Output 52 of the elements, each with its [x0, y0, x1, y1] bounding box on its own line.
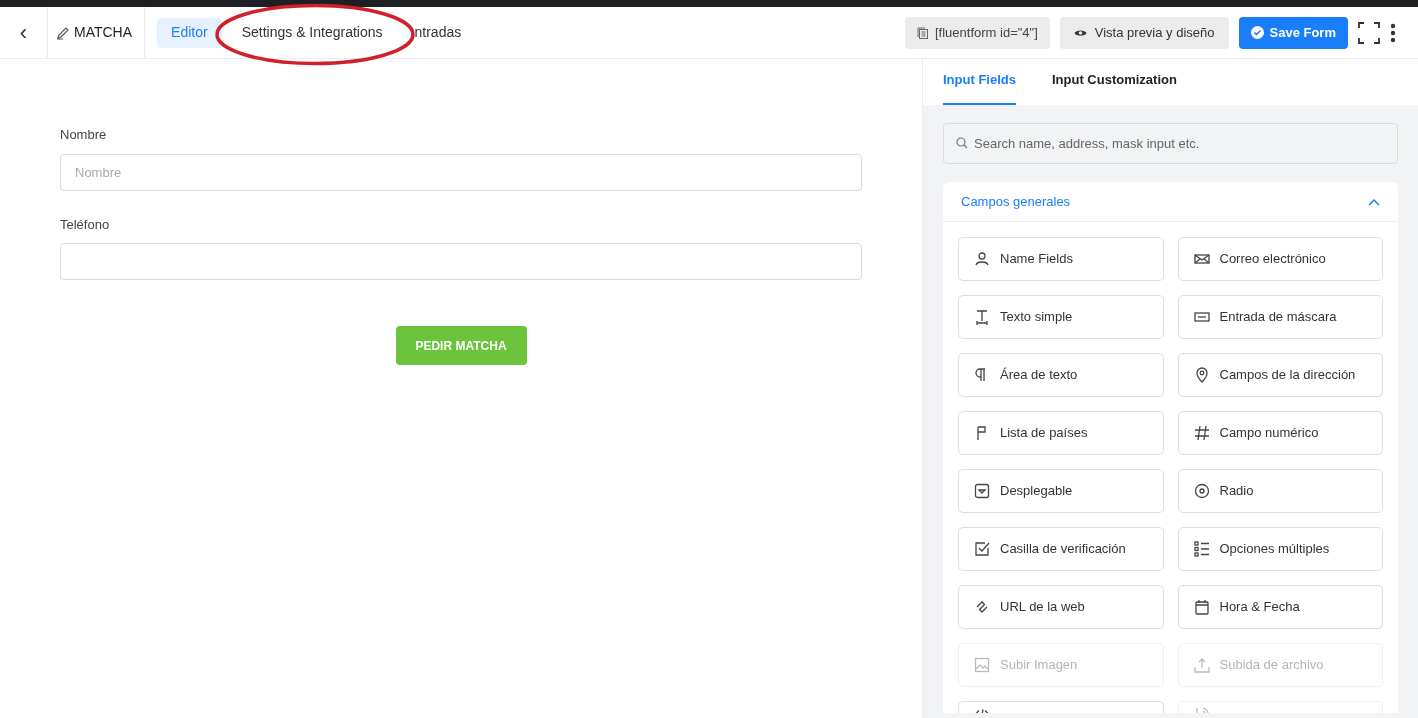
link-icon: [974, 599, 990, 615]
hash-icon: [1193, 425, 1210, 441]
field-type-button[interactable]: [958, 701, 1164, 713]
more-icon[interactable]: [1390, 22, 1396, 43]
field-type-button[interactable]: Área de texto: [958, 353, 1164, 397]
radio-icon: [1193, 483, 1210, 499]
mask-input-icon: [1193, 309, 1210, 325]
field-type-button[interactable]: Lista de países: [958, 411, 1164, 455]
save-form-button[interactable]: Save Form: [1238, 16, 1348, 49]
section-header[interactable]: Campos generales: [943, 182, 1398, 222]
person-icon: [974, 251, 990, 267]
field-type-button[interactable]: Radio: [1177, 469, 1383, 513]
back-button[interactable]: ‹: [0, 7, 48, 58]
text-icon: [974, 309, 990, 325]
preview-button[interactable]: Vista previa y diseño: [1059, 16, 1229, 49]
field-type-button[interactable]: Casilla de verificación: [958, 527, 1164, 571]
field-type-button[interactable]: Campos de la dirección: [1177, 353, 1383, 397]
panel-tab[interactable]: Input Customization: [1051, 69, 1177, 105]
check-circle-icon: [1250, 26, 1264, 39]
eye-icon: [1073, 27, 1087, 38]
calendar-icon: [1193, 599, 1210, 615]
field-type-button[interactable]: Opciones múltiples: [1177, 527, 1383, 571]
field-type-button[interactable]: Campo numérico: [1177, 411, 1383, 455]
shortcode-button[interactable]: [fluentform id="4"]: [905, 16, 1050, 49]
code-icon: [974, 708, 990, 713]
nav-tab[interactable]: ntradas: [402, 17, 474, 48]
dropdown-icon: [974, 483, 990, 499]
copy-icon: [917, 26, 929, 39]
field-type-button[interactable]: Correo electrónico: [1177, 237, 1383, 281]
pencil-icon: [56, 25, 70, 40]
phone-icon: [1193, 708, 1210, 713]
field-label: Nombre: [60, 126, 108, 144]
location-pin-icon: [1193, 367, 1210, 383]
envelope-icon: [1193, 251, 1210, 267]
checkbox-icon: [974, 541, 990, 557]
field-type-button[interactable]: Desplegable: [958, 469, 1164, 513]
search-icon: [956, 137, 968, 149]
field-type-button[interactable]: Name Fields: [958, 237, 1164, 281]
field-type-button[interactable]: Texto simple: [958, 295, 1164, 339]
field-type-button[interactable]: Hora & Fecha: [1177, 585, 1383, 629]
field-type-button[interactable]: URL de la web: [958, 585, 1164, 629]
upload-icon: [1193, 657, 1210, 673]
search-field[interactable]: Search name, address, mask input etc.: [943, 123, 1398, 164]
input-field[interactable]: Nombre: [60, 153, 862, 191]
input-field[interactable]: [60, 243, 862, 280]
list-icon: [1193, 541, 1210, 557]
field-type-button[interactable]: Entrada de máscara: [1177, 295, 1383, 339]
image-icon: [974, 657, 990, 673]
panel-tab[interactable]: Input Fields: [943, 69, 1016, 105]
form-title: MATCHA: [74, 23, 134, 42]
fullscreen-icon[interactable]: [1358, 21, 1380, 44]
field-label: Teléfono: [60, 215, 111, 234]
